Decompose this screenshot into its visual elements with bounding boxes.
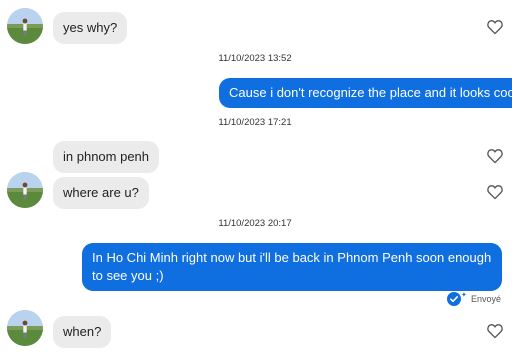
contact-avatar[interactable] [7,172,43,208]
heart-outline-icon[interactable] [486,19,504,35]
outgoing-message: In Ho Chi Minh right now but i'll be bac… [82,243,502,291]
heart-outline-icon[interactable] [486,184,504,200]
outgoing-message: Cause i don't recognize the place and it… [219,78,512,108]
message-timestamp: 11/10/2023 20:17 [218,218,292,229]
message-timestamp: 11/10/2023 17:21 [218,117,292,128]
sent-sparkle-icon: ✦ [461,292,467,299]
contact-avatar[interactable] [7,310,43,346]
avatar-photo [7,172,43,208]
avatar-photo [7,310,43,346]
message-timestamp: 11/10/2023 13:52 [218,53,292,64]
incoming-message: where are u? [53,177,149,209]
incoming-message: when? [53,316,112,348]
incoming-message: in phnom penh [53,141,160,173]
message-status: Envoyé [471,294,502,304]
heart-outline-icon[interactable] [486,148,504,164]
heart-outline-icon[interactable] [486,323,504,339]
avatar-photo [7,8,43,44]
check-circle-icon [447,292,461,306]
contact-avatar[interactable] [7,8,43,44]
incoming-message: yes why? [53,12,128,44]
